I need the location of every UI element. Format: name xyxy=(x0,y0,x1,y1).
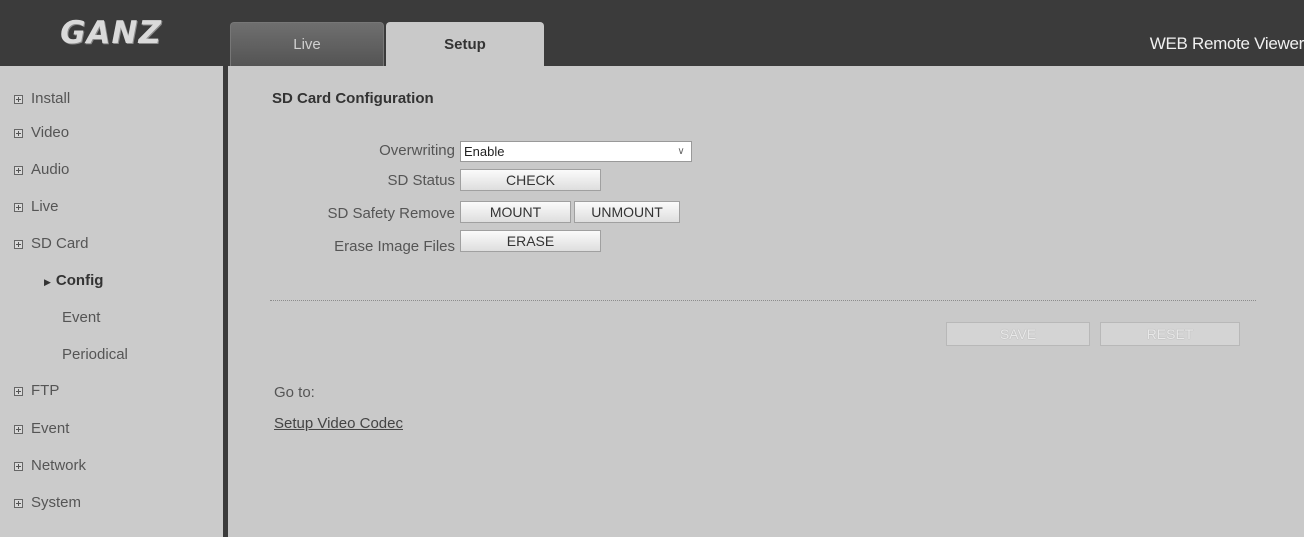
expand-plus-icon xyxy=(14,461,23,471)
sidebar-subitem-label: Config xyxy=(55,272,104,289)
triangle-right-icon: ▶ xyxy=(44,277,51,287)
sidebar-item-video[interactable]: Video xyxy=(14,121,69,145)
sidebar-item-label: Live xyxy=(31,198,59,215)
sidebar-item-label: FTP xyxy=(31,382,60,399)
goto-label: Go to: xyxy=(274,384,315,401)
expand-plus-icon xyxy=(14,424,23,434)
logo-text: GANZ xyxy=(60,15,162,51)
sd-status-label: SD Status xyxy=(387,172,455,189)
sidebar-item-install[interactable]: Install xyxy=(14,87,70,111)
setup-video-codec-link[interactable]: Setup Video Codec xyxy=(274,415,403,432)
sidebar-item-label: Install xyxy=(31,90,71,107)
erase-button[interactable]: ERASE xyxy=(460,230,601,252)
save-button[interactable]: SAVE xyxy=(946,322,1090,346)
sidebar-item-label: System xyxy=(31,494,82,511)
main-content: SD Card Configuration Overwriting Enable… xyxy=(228,66,1304,537)
overwriting-select[interactable]: Enable ∨ xyxy=(460,141,692,162)
sidebar-item-label: Event xyxy=(31,420,70,437)
divider xyxy=(270,300,1256,301)
overwriting-value: Enable xyxy=(464,144,505,159)
page-title: SD Card Configuration xyxy=(272,90,434,107)
sidebar: Install Video Audio Live SD Card ▶ Config… xyxy=(0,66,228,537)
expand-plus-icon xyxy=(14,498,23,508)
sidebar-item-network[interactable]: Network xyxy=(14,454,86,478)
sidebar-item-event[interactable]: Event xyxy=(14,417,69,441)
ganz-logo: GANZ xyxy=(0,0,222,66)
sidebar-item-system[interactable]: System xyxy=(14,491,81,515)
expand-plus-icon xyxy=(14,239,23,249)
unmount-button[interactable]: UNMOUNT xyxy=(574,201,680,223)
sidebar-item-audio[interactable]: Audio xyxy=(14,158,69,182)
expand-plus-icon xyxy=(14,128,23,138)
sidebar-item-label: Video xyxy=(31,124,70,141)
sidebar-subitem-config[interactable]: ▶ Config xyxy=(44,269,103,293)
expand-plus-icon xyxy=(14,202,23,212)
sidebar-item-sd-card[interactable]: SD Card xyxy=(14,232,89,256)
sidebar-subitem-event[interactable]: Event xyxy=(62,306,100,330)
overwriting-label: Overwriting xyxy=(379,142,455,159)
sidebar-item-label: SD Card xyxy=(31,235,89,252)
mount-button[interactable]: MOUNT xyxy=(460,201,571,223)
sidebar-subitem-periodical[interactable]: Periodical xyxy=(62,343,128,367)
check-button[interactable]: CHECK xyxy=(460,169,601,191)
reset-button[interactable]: RESET xyxy=(1100,322,1240,346)
app-title: WEB Remote Viewer xyxy=(1149,34,1304,53)
erase-image-files-label: Erase Image Files xyxy=(334,238,455,255)
tab-setup[interactable]: Setup xyxy=(386,22,544,66)
expand-plus-icon xyxy=(14,165,23,175)
sidebar-item-label: Network xyxy=(31,457,87,474)
sidebar-item-ftp[interactable]: FTP xyxy=(14,379,59,403)
sidebar-item-label: Audio xyxy=(31,161,70,178)
top-header: GANZ Live Setup WEB Remote Viewer xyxy=(0,0,1304,66)
tab-live[interactable]: Live xyxy=(230,22,384,66)
expand-plus-icon xyxy=(14,94,23,104)
sd-safety-remove-label: SD Safety Remove xyxy=(327,205,455,222)
expand-plus-icon xyxy=(14,386,23,396)
sidebar-item-live[interactable]: Live xyxy=(14,195,59,219)
chevron-down-icon: ∨ xyxy=(677,146,685,157)
